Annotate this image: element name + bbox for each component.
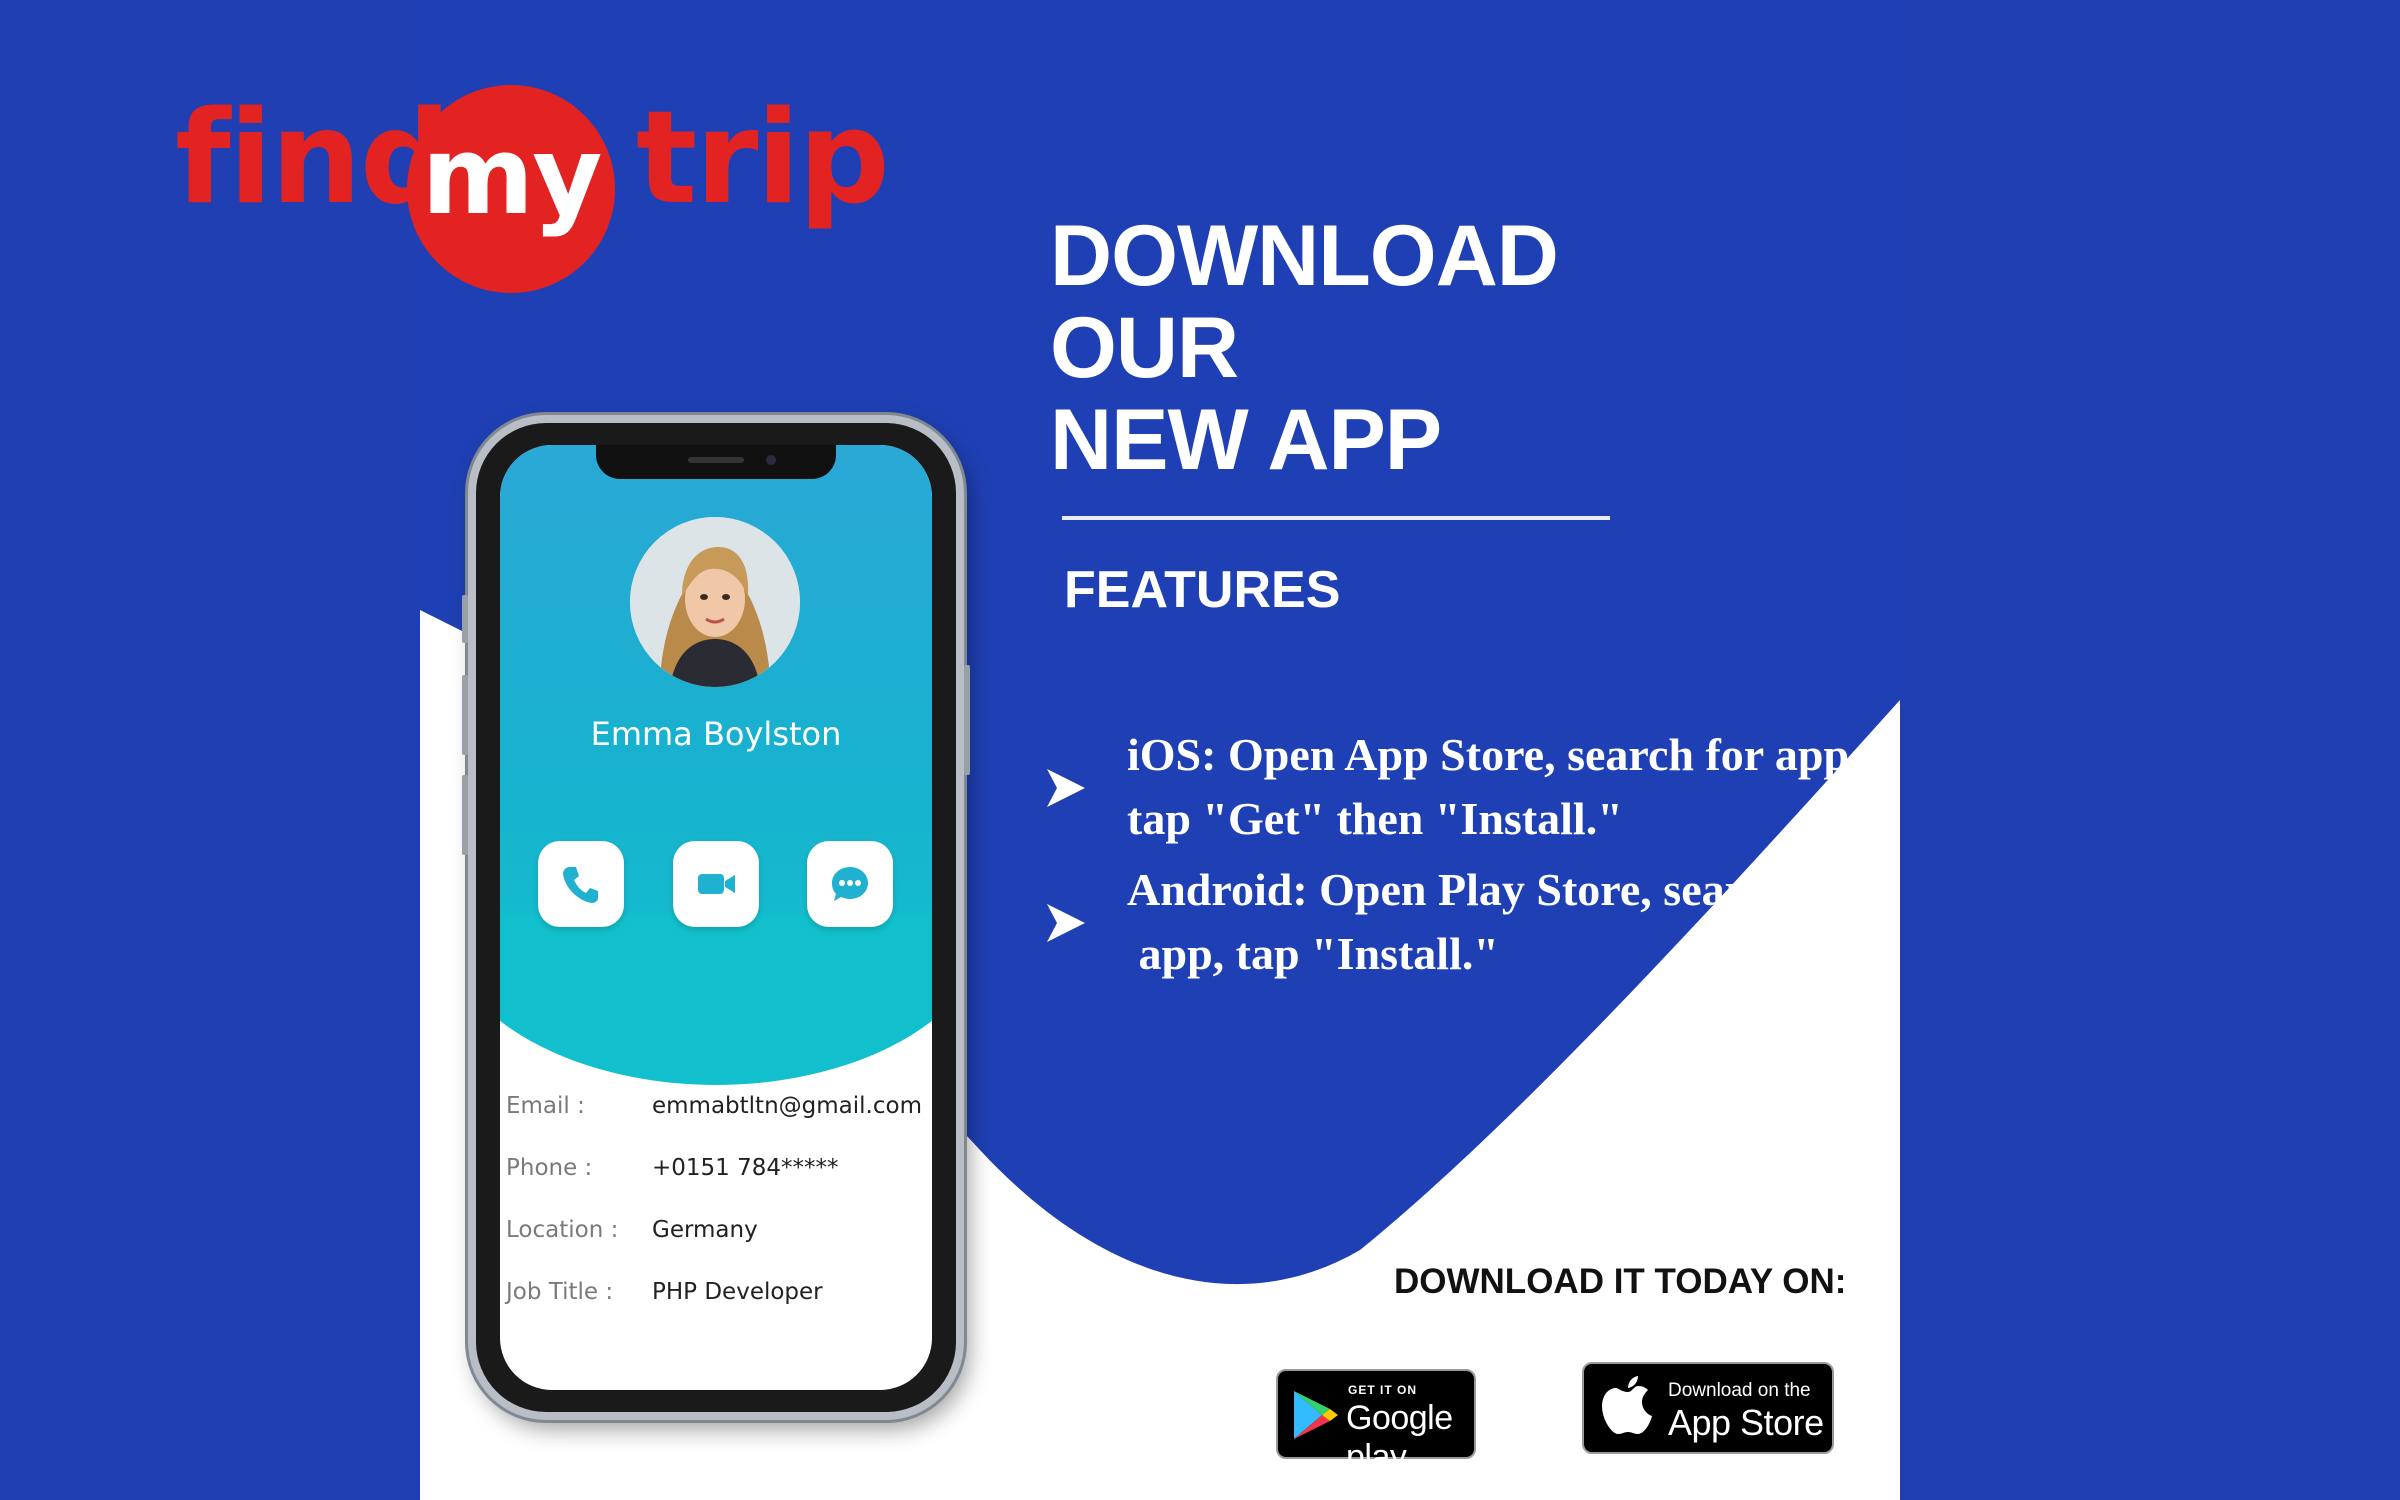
video-call-button[interactable]	[673, 841, 759, 927]
headline-line-2: OUR	[1050, 300, 1239, 396]
divider	[1062, 516, 1610, 520]
call-button[interactable]	[538, 841, 624, 927]
phone-screen: Emma Boylston Email: emmabtltn@gmail.co…	[500, 445, 932, 1390]
phone-side-button	[964, 665, 970, 775]
profile-label: Location :	[506, 1217, 619, 1243]
phone-camera	[766, 455, 776, 465]
phone-side-button	[462, 595, 468, 643]
chat-icon	[832, 867, 868, 901]
feature-android-text: Android: Open Play Store, search for app…	[1127, 858, 1927, 986]
arrow-icon	[1047, 769, 1085, 807]
avatar	[630, 517, 800, 687]
phone-icon	[563, 867, 598, 903]
phone-notch	[596, 445, 836, 479]
profile-label: Phone :	[506, 1155, 593, 1181]
apple-icon	[1602, 1376, 1652, 1434]
profile-label: Job Title :	[506, 1279, 614, 1305]
feature-ios-line-1: iOS: Open App Store, search for app,	[1127, 729, 1861, 780]
feature-ios-text: iOS: Open App Store, search for app, tap…	[1127, 723, 1927, 851]
phone-side-button	[462, 675, 468, 755]
profile-value: +0151 784*****	[652, 1155, 839, 1181]
chat-button[interactable]	[807, 841, 893, 927]
phone-side-button	[462, 775, 468, 855]
google-play-small-text: GET IT ON	[1348, 1383, 1417, 1397]
google-play-button[interactable]: GET IT ON Google play	[1276, 1369, 1476, 1476]
google-play-icon	[1294, 1391, 1338, 1439]
profile-label: Email :	[506, 1093, 585, 1119]
arrow-icon	[1047, 904, 1085, 942]
logo-circle: my	[407, 85, 615, 293]
avatar-image	[630, 517, 800, 687]
app-store-small-text: Download on the	[1668, 1380, 1811, 1401]
features-title: FEATURES	[1064, 561, 1341, 619]
headline-line-1: DOWNLOAD	[1050, 208, 1559, 304]
canvas: find my trip DOWNLOAD OUR NEW APP FEATUR…	[0, 0, 2400, 1500]
profile-value: Germany	[652, 1217, 758, 1243]
feature-android-line-2: app, tap "Install."	[1127, 928, 1499, 979]
logo-word-trip: trip	[636, 84, 890, 233]
logo-word-my: my	[421, 114, 603, 239]
phone-speaker	[688, 457, 744, 463]
profile-value: PHP Developer	[652, 1279, 823, 1305]
app-store-big-text: App Store	[1668, 1402, 1824, 1443]
video-icon	[698, 874, 735, 894]
feature-android-line-1: Android: Open Play Store, search for	[1127, 864, 1861, 915]
profile-value: emmabtltn@gmail.com	[652, 1093, 922, 1119]
headline-line-3: NEW APP	[1050, 392, 1442, 488]
phone-mockup: Emma Boylston Email: emmabtltn@gmail.co…	[462, 415, 970, 1420]
headline: DOWNLOAD OUR NEW APP	[1050, 208, 1559, 488]
profile-header-curve	[500, 915, 932, 1085]
brand-logo: find my trip	[175, 85, 890, 293]
profile-name: Emma Boylston	[590, 715, 842, 753]
download-title: DOWNLOAD IT TODAY ON:	[1394, 1262, 1847, 1301]
feature-ios-line-2: tap "Get" then "Install."	[1127, 793, 1623, 844]
app-store-button[interactable]: Download on the App Store	[1582, 1362, 1834, 1454]
google-play-big-text: Google play	[1346, 1399, 1453, 1476]
